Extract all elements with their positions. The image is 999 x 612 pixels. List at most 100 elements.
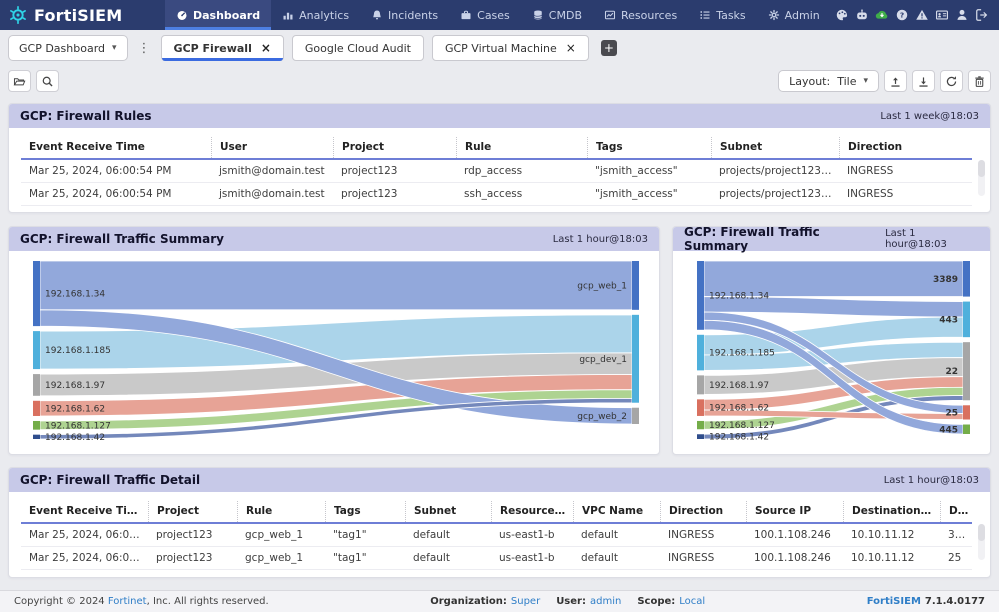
column-header-tags[interactable]: Tags — [325, 501, 405, 522]
sankey-node[interactable] — [33, 421, 40, 430]
sankey-source-to-port: 192.168.1.34192.168.1.185192.168.1.97192… — [697, 260, 970, 440]
table-row[interactable]: Mar 25, 2024, 06:00:54 PMjsmith@domain.t… — [21, 183, 972, 206]
user-button[interactable] — [955, 8, 969, 22]
sankey-node[interactable] — [632, 408, 639, 424]
column-header-direction[interactable]: Direction — [839, 137, 972, 158]
organization-value[interactable]: Super — [511, 596, 540, 607]
folder-open-button[interactable] — [8, 70, 31, 92]
tab-google-cloud-audit[interactable]: Google Cloud Audit — [292, 35, 424, 61]
nav-item-resources[interactable]: Resources — [593, 0, 688, 30]
trash-button[interactable] — [968, 70, 991, 92]
sankey-node[interactable] — [33, 374, 40, 396]
column-header-project[interactable]: Project — [333, 137, 456, 158]
sankey-node[interactable] — [697, 434, 704, 439]
sankey-node[interactable] — [33, 435, 40, 439]
panel-title: GCP: Firewall Traffic Summary — [20, 232, 224, 246]
sankey-node[interactable] — [697, 375, 704, 394]
user-icon — [955, 8, 969, 22]
upload-button[interactable] — [884, 70, 907, 92]
column-header-source-ip[interactable]: Source IP — [746, 501, 843, 522]
sankey-node[interactable] — [963, 405, 970, 419]
sankey-node[interactable] — [963, 261, 970, 297]
warning-button[interactable] — [915, 8, 929, 22]
panel-header[interactable]: GCP: Firewall Traffic Detail Last 1 hour… — [9, 468, 990, 492]
help-button[interactable]: ? — [895, 8, 909, 22]
nav-item-cases[interactable]: Cases — [449, 0, 521, 30]
sankey-node[interactable] — [632, 315, 639, 403]
nav-item-admin[interactable]: Admin — [757, 0, 831, 30]
table-cell: gcp_web_1 — [237, 524, 325, 546]
sankey-node[interactable] — [697, 421, 704, 429]
column-header-event-receive-time[interactable]: Event Receive Time — [21, 501, 148, 522]
sankey-node[interactable] — [33, 261, 40, 326]
sankey-node[interactable] — [963, 342, 970, 400]
chevron-down-icon: ▾ — [112, 43, 117, 53]
brand: FortiSIEM — [0, 0, 165, 30]
palette-button[interactable] — [835, 8, 849, 22]
sankey-node[interactable] — [697, 335, 704, 371]
tab-gcp-firewall[interactable]: GCP Firewall× — [161, 35, 284, 61]
fortinet-link[interactable]: Fortinet — [108, 596, 147, 607]
tab-gcp-virtual-machine[interactable]: GCP Virtual Machine × — [432, 35, 589, 61]
column-header-subnet[interactable]: Subnet — [405, 501, 491, 522]
table-cell: Mar 25, 2024, 06:00:54 PM — [21, 183, 211, 205]
sankey-node[interactable] — [33, 401, 40, 416]
table-row[interactable]: Mar 25, 2024, 06:02:52 PMproject123gcp_w… — [21, 547, 972, 570]
column-header-destination-ip[interactable]: Destination IP — [843, 501, 940, 522]
close-icon[interactable]: × — [566, 42, 576, 54]
close-icon[interactable]: × — [261, 42, 271, 54]
nav-item-incidents[interactable]: Incidents — [360, 0, 449, 30]
nav-item-label: Dashboard — [193, 9, 260, 22]
nav-item-label: Admin — [785, 9, 820, 22]
column-header-direction[interactable]: Direction — [660, 501, 746, 522]
download-button[interactable] — [912, 70, 935, 92]
user-value[interactable]: admin — [590, 596, 621, 607]
column-header-destination-port[interactable]: Destination Port — [940, 501, 972, 522]
layout-value: Tile — [837, 75, 856, 88]
panel-header[interactable]: GCP: Firewall Traffic Summary Last 1 hou… — [9, 227, 659, 251]
search-button[interactable] — [36, 70, 59, 92]
sankey-node[interactable] — [632, 261, 639, 310]
column-header-tags[interactable]: Tags — [587, 137, 711, 158]
layout-selector[interactable]: Layout: Tile ▾ — [778, 70, 879, 92]
id-card-icon — [935, 8, 949, 22]
table-row[interactable]: Mar 25, 2024, 06:00:54 PMjsmith@domain.t… — [21, 160, 972, 183]
sankey-node[interactable] — [33, 331, 40, 369]
sankey-node[interactable] — [963, 425, 970, 434]
column-header-project[interactable]: Project — [148, 501, 237, 522]
nav-item-tasks[interactable]: Tasks — [688, 0, 756, 30]
column-header-rule[interactable]: Rule — [237, 501, 325, 522]
cloud-download-button[interactable] — [875, 8, 889, 22]
column-header-vpc-name[interactable]: VPC Name — [573, 501, 660, 522]
table-row[interactable]: Mar 25, 2024, 06:02:52 PMproject123gcp_w… — [21, 524, 972, 547]
dashboard-selector[interactable]: GCP Dashboard ▾ — [8, 35, 128, 61]
robot-button[interactable] — [855, 8, 869, 22]
vertical-scrollbar[interactable] — [978, 524, 985, 560]
nav-item-cmdb[interactable]: CMDB — [521, 0, 593, 30]
column-header-rule[interactable]: Rule — [456, 137, 587, 158]
vertical-scrollbar[interactable] — [978, 160, 985, 196]
add-tab-button[interactable]: + — [601, 40, 617, 56]
refresh-button[interactable] — [940, 70, 963, 92]
column-header-event-receive-time[interactable]: Event Receive Time — [21, 137, 211, 158]
column-header-subnet[interactable]: Subnet — [711, 137, 839, 158]
time-range-badge: Last 1 hour@18:03 — [885, 228, 979, 250]
sankey-node[interactable] — [697, 399, 704, 416]
kebab-menu-icon[interactable]: ⋮ — [136, 41, 153, 56]
id-card-button[interactable] — [935, 8, 949, 22]
column-header-user[interactable]: User — [211, 137, 333, 158]
tab-label: GCP Virtual Machine — [445, 42, 557, 55]
scope-value[interactable]: Local — [679, 596, 705, 607]
column-header-resource-zone[interactable]: Resource Zone — [491, 501, 573, 522]
nav-item-label: CMDB — [549, 9, 582, 22]
panel-header[interactable]: GCP: Firewall Rules Last 1 week@18:03 — [9, 104, 990, 128]
nav-item-analytics[interactable]: Analytics — [271, 0, 360, 30]
sankey-node[interactable] — [697, 261, 704, 330]
nav-item-label: Incidents — [388, 9, 438, 22]
layout-label: Layout: — [789, 75, 830, 88]
nav-item-dashboard[interactable]: Dashboard — [165, 0, 271, 30]
logout-button[interactable] — [975, 8, 989, 22]
sankey-node[interactable] — [963, 302, 970, 338]
panel-header[interactable]: GCP: Firewall Traffic Summary Last 1 hou… — [673, 227, 990, 251]
sankey-link[interactable] — [40, 261, 632, 310]
